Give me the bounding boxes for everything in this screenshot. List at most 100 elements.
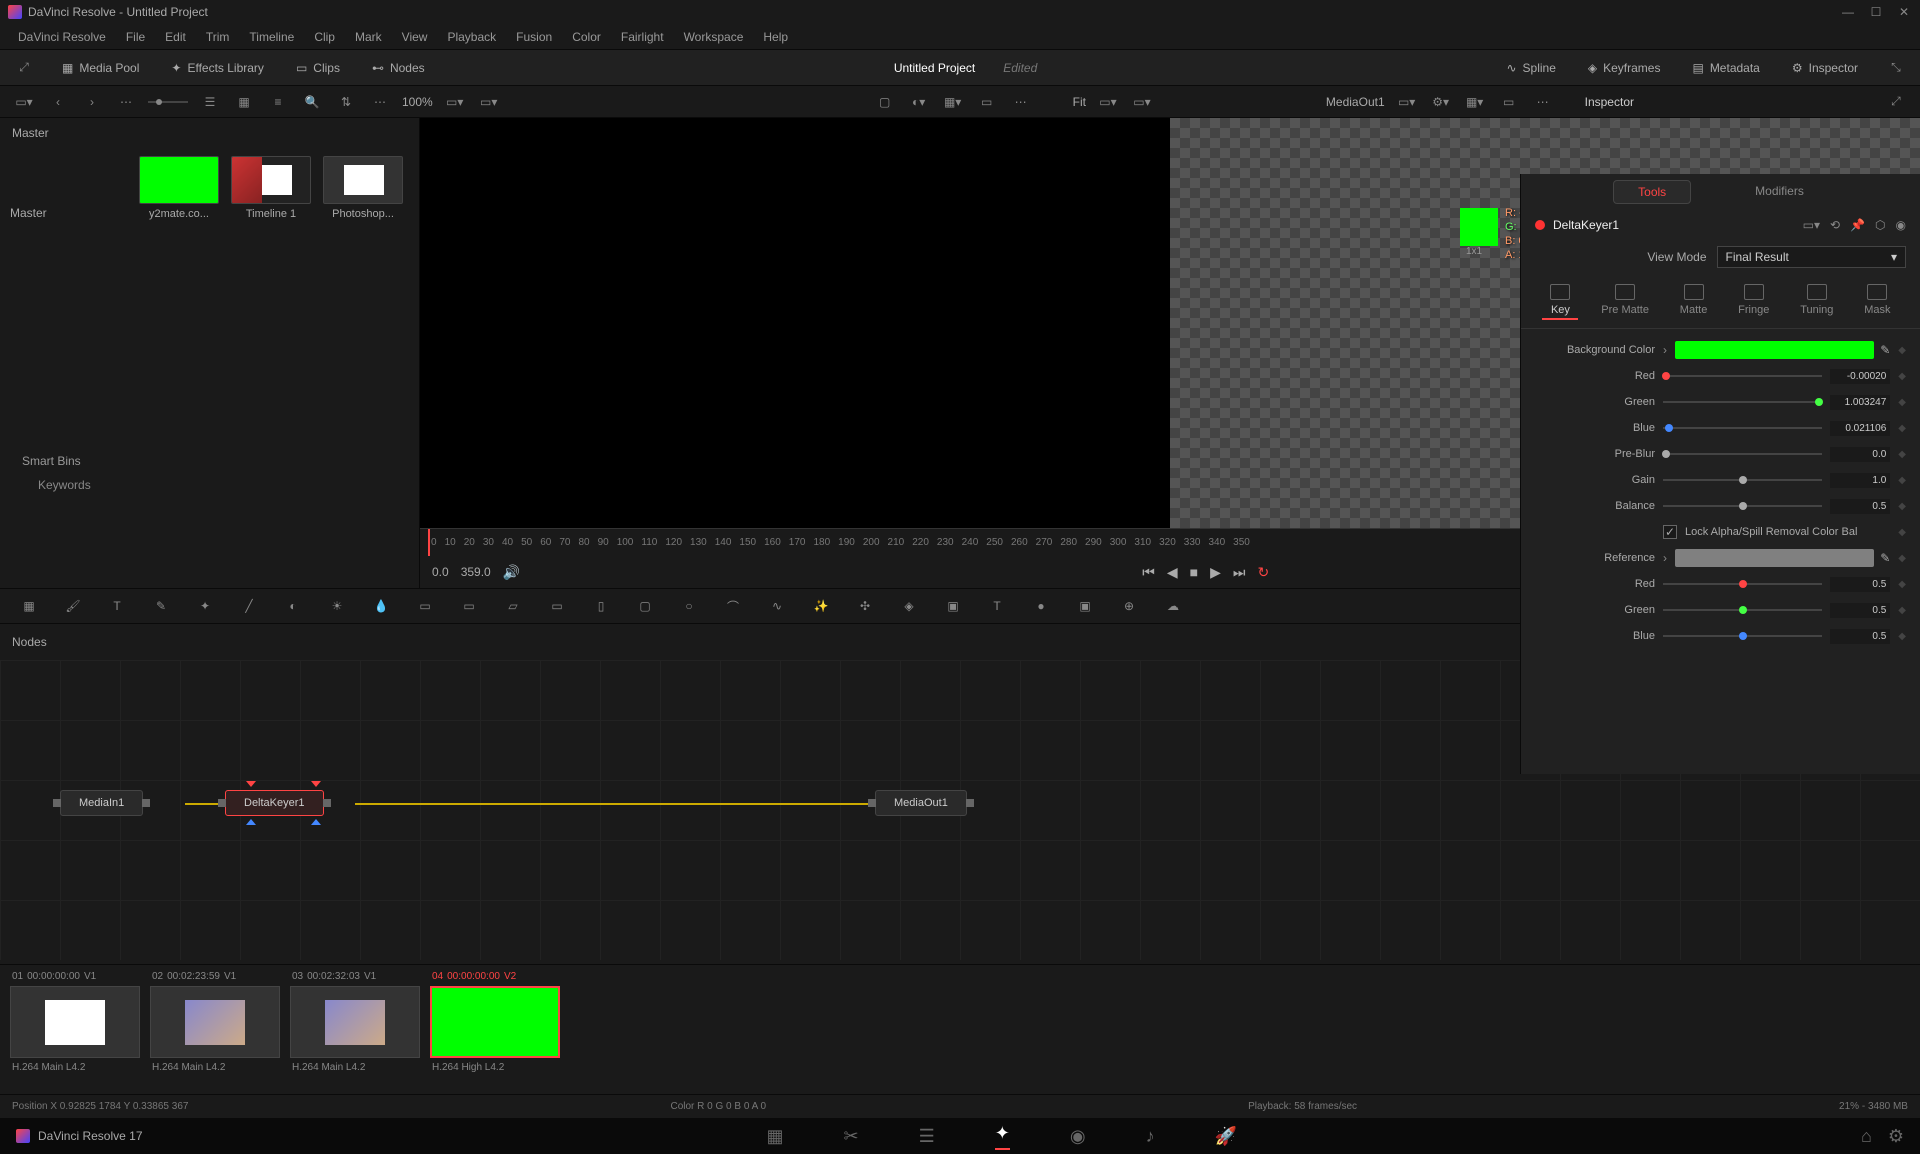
search-icon[interactable]: 🔍 [300,90,324,114]
menu-view[interactable]: View [392,26,438,48]
tool-camera-icon[interactable]: ▣ [940,593,966,619]
param-tab-prematte[interactable]: Pre Matte [1593,282,1657,320]
tool-blur-icon[interactable]: 💧 [368,593,394,619]
tool-cloud-icon[interactable]: ☁ [1160,593,1186,619]
keyframe-diamond[interactable]: ◆ [1898,475,1906,486]
page-deliver-icon[interactable]: 🚀 [1215,1126,1237,1147]
time-start[interactable]: 0.0 [432,565,449,579]
clip-item[interactable]: Timeline 1 [230,156,312,220]
nav-forward-icon[interactable]: › [80,90,104,114]
expand-icon[interactable]: › [1663,343,1667,357]
menu-mark[interactable]: Mark [345,26,392,48]
tool-line-icon[interactable]: ╱ [236,593,262,619]
smartbin-keywords[interactable]: Keywords [22,472,107,498]
play-icon[interactable]: ▶ [1210,564,1221,581]
more-icon[interactable]: ⋯ [114,90,138,114]
view-grid-icon[interactable]: ▦ [232,90,256,114]
effects-library-button[interactable]: ✦Effects Library [165,57,270,79]
tool-cube-icon[interactable]: ▯ [588,593,614,619]
preblur-value[interactable] [1830,447,1890,462]
metadata-button[interactable]: ▤Metadata [1686,57,1765,79]
tool-light-icon[interactable]: ☀ [324,593,350,619]
gain-value[interactable] [1830,473,1890,488]
settings-icon[interactable]: ⚙ [1888,1126,1904,1147]
keyframe-diamond[interactable]: ◆ [1898,449,1906,460]
pin-icon[interactable]: 📌 [1850,218,1865,232]
keyframe-diamond[interactable]: ◆ [1898,423,1906,434]
tool-text-icon[interactable]: T [104,593,130,619]
layout4-icon[interactable]: ▭▾ [1096,90,1120,114]
keyframe-diamond[interactable]: ◆ [1898,631,1906,642]
menu-davinci[interactable]: DaVinci Resolve [8,26,116,48]
tool-matte-icon[interactable]: ▭ [544,593,570,619]
ref-green-value[interactable] [1830,603,1890,618]
master-folder[interactable]: Master [10,206,47,220]
view-single-icon[interactable]: ▢ [873,90,897,114]
tool-shape-icon[interactable]: ● [1028,593,1054,619]
tool-paint-icon[interactable]: 🖌 [60,593,86,619]
stop-icon[interactable]: ■ [1190,564,1198,580]
expand-right-icon[interactable]: ⤡ [1884,56,1908,80]
tool-mask-icon[interactable]: ◐ [280,593,306,619]
ref-blue-value[interactable] [1830,629,1890,644]
media-pool-button[interactable]: ▦Media Pool [56,57,145,79]
param-tab-matte[interactable]: Matte [1672,282,1716,320]
ref-red-slider[interactable] [1663,583,1822,585]
menu-help[interactable]: Help [753,26,798,48]
tool-bg-icon[interactable]: ▦ [16,593,42,619]
menu-clip[interactable]: Clip [304,26,345,48]
viewer-output-label[interactable]: MediaOut1 [1326,95,1385,109]
keyframe-diamond[interactable]: ◆ [1898,371,1906,382]
keyframe-diamond[interactable]: ◆ [1898,527,1906,538]
menu-color[interactable]: Color [562,26,611,48]
home-icon[interactable]: ⌂ [1861,1126,1872,1147]
master-label[interactable]: Master [12,126,49,140]
grid3-icon[interactable]: ▦▾ [1463,90,1487,114]
blue-slider[interactable] [1663,427,1822,429]
tool-tracker-icon[interactable]: ✣ [852,593,878,619]
page-fusion-icon[interactable]: ✦ [995,1123,1010,1150]
menu-timeline[interactable]: Timeline [239,26,304,48]
expand-icon[interactable]: › [1663,551,1667,565]
fit-label[interactable]: Fit [1073,95,1086,109]
nav-back-icon[interactable]: ‹ [46,90,70,114]
inspector-button[interactable]: ⚙Inspector [1786,57,1864,79]
view-grid2-icon[interactable]: ▦▾ [941,90,965,114]
view-paint-icon[interactable]: ◐▾ [907,90,931,114]
eyedropper-icon[interactable]: ✎ [1880,343,1890,357]
node-mediain1[interactable]: MediaIn1 [60,790,143,816]
node-mediaout1[interactable]: MediaOut1 [875,790,967,816]
menu-edit[interactable]: Edit [155,26,196,48]
reference-swatch[interactable] [1675,549,1874,567]
ref-blue-slider[interactable] [1663,635,1822,637]
tool-globe-icon[interactable]: ⊕ [1116,593,1142,619]
nodes-button[interactable]: ⊷Nodes [366,57,431,79]
tool-rect-icon[interactable]: ▢ [632,593,658,619]
layout5-icon[interactable]: ▭▾ [1130,90,1154,114]
close-button[interactable]: ✕ [1896,4,1912,20]
layout2-icon[interactable]: ▭▾ [443,90,467,114]
clip-card[interactable]: 0100:00:00:00V1 H.264 Main L4.2 [8,969,142,1075]
clip-card[interactable]: 0300:02:32:03V1 H.264 Main L4.2 [288,969,422,1075]
keyframe-diamond[interactable]: ◆ [1898,501,1906,512]
spline-button[interactable]: ∿Spline [1500,57,1561,79]
reset-icon[interactable]: ⟲ [1830,218,1840,232]
red-value[interactable] [1830,369,1890,384]
box2-icon[interactable]: ▭ [1497,90,1521,114]
minimize-button[interactable]: — [1840,4,1856,20]
view-box-icon[interactable]: ▭ [975,90,999,114]
param-tab-tuning[interactable]: Tuning [1792,282,1841,320]
menu-workspace[interactable]: Workspace [674,26,754,48]
page-media-icon[interactable]: ▦ [767,1126,784,1147]
ref-green-slider[interactable] [1663,609,1822,611]
tool-particles-icon[interactable]: ✦ [192,593,218,619]
page-edit-icon[interactable]: ☰ [919,1126,935,1147]
keyframe-diamond[interactable]: ◆ [1898,605,1906,616]
tool-wand-icon[interactable]: ✨ [808,593,834,619]
viewmode-select[interactable]: Final Result▾ [1717,246,1907,268]
param-tab-fringe[interactable]: Fringe [1730,282,1777,320]
keyframe-diamond[interactable]: ◆ [1898,397,1906,408]
goto-end-icon[interactable]: ⏭ [1233,564,1246,581]
tool-text3d-icon[interactable]: T [984,593,1010,619]
expand-icon[interactable]: ⤢ [12,56,36,80]
